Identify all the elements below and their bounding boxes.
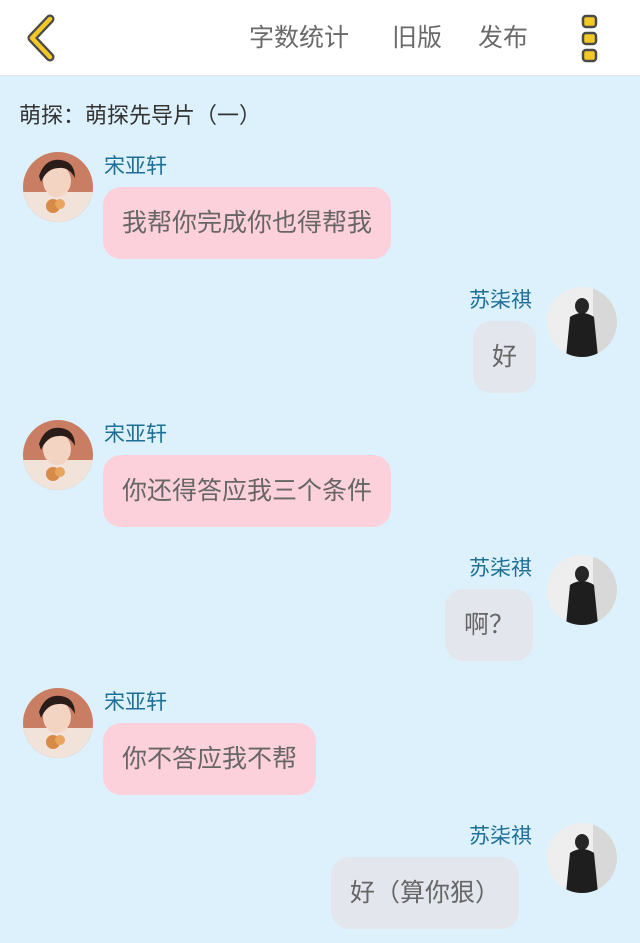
avatar-su-qiqi[interactable] xyxy=(547,823,617,893)
message-bubble: 好（算你狠） xyxy=(331,857,520,929)
avatar-song-yaxuan[interactable] xyxy=(23,688,93,758)
sender-name: 宋亚轩 xyxy=(104,690,167,714)
avatar-photo-icon xyxy=(547,823,617,893)
message-bubble: 你还得答应我三个条件 xyxy=(103,455,392,527)
chevron-left-icon xyxy=(27,14,55,62)
avatar-song-yaxuan[interactable] xyxy=(23,420,93,490)
word-count-button[interactable]: 字数统计 xyxy=(249,18,349,58)
avatar-photo-icon xyxy=(23,152,93,222)
avatar-su-qiqi[interactable] xyxy=(547,555,617,625)
story-title: 萌探：萌探先导片（一） xyxy=(19,104,262,129)
old-version-button[interactable]: 旧版 xyxy=(392,18,442,58)
message-bubble: 啊？ xyxy=(445,589,534,661)
avatar-su-qiqi[interactable] xyxy=(547,287,617,357)
sender-name: 苏柒祺 xyxy=(469,824,532,848)
avatar-photo-icon xyxy=(547,287,617,357)
avatar-photo-icon xyxy=(23,688,93,758)
publish-button[interactable]: 发布 xyxy=(478,18,528,58)
message-bubble: 你不答应我不帮 xyxy=(103,723,317,795)
sender-name: 宋亚轩 xyxy=(104,154,167,178)
sender-name: 苏柒祺 xyxy=(469,556,532,580)
avatar-song-yaxuan[interactable] xyxy=(23,152,93,222)
back-button[interactable] xyxy=(16,12,66,64)
more-vertical-icon xyxy=(581,14,598,63)
top-bar: 字数统计 旧版 发布 xyxy=(0,0,640,76)
sender-name: 宋亚轩 xyxy=(104,422,167,446)
message-bubble: 我帮你完成你也得帮我 xyxy=(103,187,392,259)
avatar-photo-icon xyxy=(547,555,617,625)
more-menu-button[interactable] xyxy=(570,10,610,66)
message-bubble: 好 xyxy=(473,321,537,393)
avatar-photo-icon xyxy=(23,420,93,490)
sender-name: 苏柒祺 xyxy=(469,288,532,312)
